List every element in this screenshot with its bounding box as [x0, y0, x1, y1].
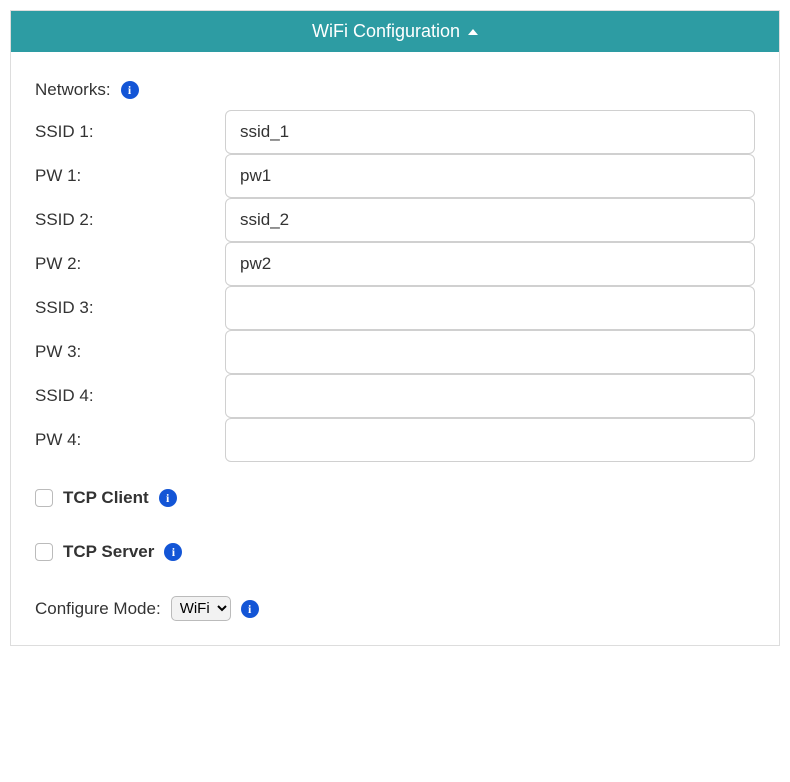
pw2-label: PW 2: — [35, 242, 225, 286]
pw2-input[interactable] — [225, 242, 755, 286]
ssid2-input[interactable] — [225, 198, 755, 242]
tcp-server-checkbox[interactable] — [35, 543, 53, 561]
pw4-input[interactable] — [225, 418, 755, 462]
caret-up-icon — [468, 29, 478, 35]
info-icon[interactable]: i — [159, 489, 177, 507]
configure-mode-row: Configure Mode: WiFi i — [35, 596, 755, 621]
ssid1-input[interactable] — [225, 110, 755, 154]
panel-header[interactable]: WiFi Configuration — [11, 11, 779, 52]
ssid2-label: SSID 2: — [35, 198, 225, 242]
networks-form: SSID 1: PW 1: SSID 2: PW 2: SSID 3: PW 3… — [35, 110, 755, 462]
ssid1-label: SSID 1: — [35, 110, 225, 154]
pw3-label: PW 3: — [35, 330, 225, 374]
panel-body: Networks: i SSID 1: PW 1: SSID 2: PW 2: … — [11, 52, 779, 645]
configure-mode-select[interactable]: WiFi — [171, 596, 231, 621]
ssid3-label: SSID 3: — [35, 286, 225, 330]
configure-mode-label: Configure Mode: — [35, 599, 161, 619]
tcp-client-row: TCP Client i — [35, 488, 755, 508]
networks-label: Networks: — [35, 80, 111, 100]
pw3-input[interactable] — [225, 330, 755, 374]
ssid4-input[interactable] — [225, 374, 755, 418]
ssid4-label: SSID 4: — [35, 374, 225, 418]
ssid3-input[interactable] — [225, 286, 755, 330]
tcp-server-row: TCP Server i — [35, 542, 755, 562]
networks-label-row: Networks: i — [35, 80, 755, 100]
tcp-client-checkbox[interactable] — [35, 489, 53, 507]
pw1-input[interactable] — [225, 154, 755, 198]
info-icon[interactable]: i — [121, 81, 139, 99]
wifi-config-panel: WiFi Configuration Networks: i SSID 1: P… — [10, 10, 780, 646]
info-icon[interactable]: i — [241, 600, 259, 618]
pw4-label: PW 4: — [35, 418, 225, 462]
tcp-client-label[interactable]: TCP Client — [63, 488, 149, 508]
pw1-label: PW 1: — [35, 154, 225, 198]
tcp-server-label[interactable]: TCP Server — [63, 542, 154, 562]
info-icon[interactable]: i — [164, 543, 182, 561]
panel-title: WiFi Configuration — [312, 21, 460, 42]
